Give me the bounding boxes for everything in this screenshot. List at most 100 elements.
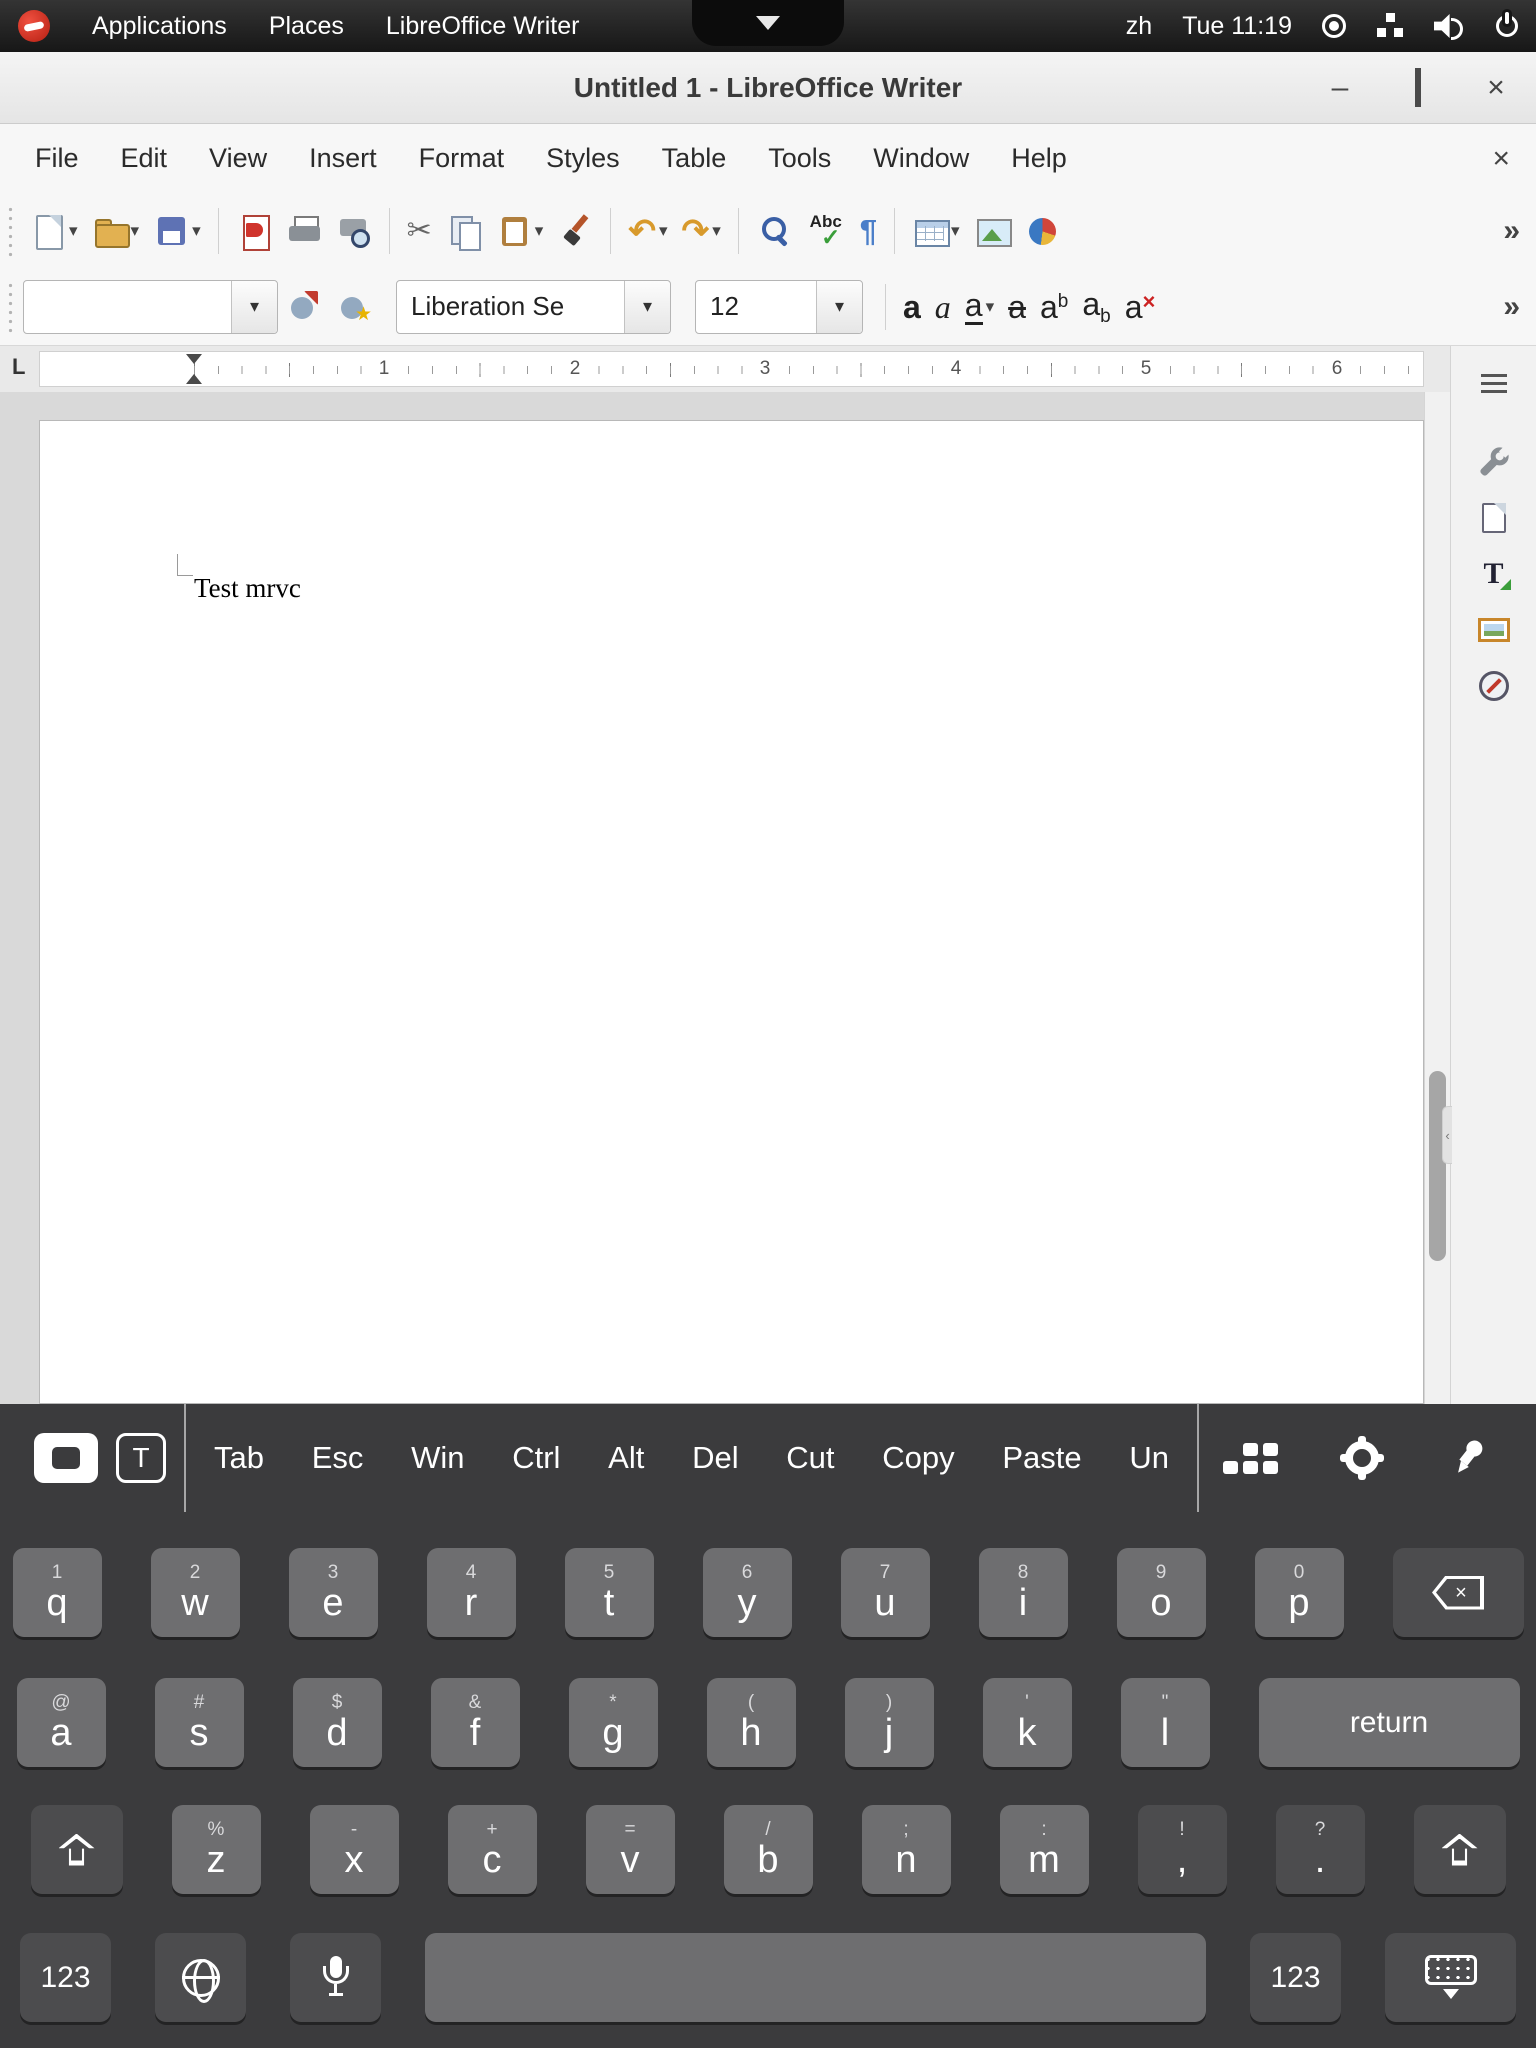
key-r[interactable]: 4r — [427, 1548, 516, 1637]
key-numbers-right[interactable]: 123 — [1250, 1933, 1341, 2022]
menu-format[interactable]: Format — [398, 143, 526, 174]
menu-tools[interactable]: Tools — [747, 143, 852, 174]
menu-styles[interactable]: Styles — [525, 143, 641, 174]
scrollbar-thumb[interactable] — [1429, 1071, 1446, 1261]
dropdown-arrow-icon[interactable]: ▾ — [816, 281, 862, 333]
new-document-button[interactable]: ▾ — [23, 202, 85, 260]
menu-table[interactable]: Table — [641, 143, 748, 174]
font-name-combobox[interactable]: Liberation Se ▾ — [396, 280, 671, 334]
key-period[interactable]: ?. — [1276, 1805, 1365, 1894]
underline-button[interactable]: a▾ — [958, 278, 1001, 336]
pin-keyboard-icon[interactable] — [1437, 1428, 1497, 1489]
font-size-combobox[interactable]: 12 ▾ — [695, 280, 863, 334]
power-icon[interactable] — [1494, 13, 1520, 39]
print-preview-button[interactable] — [329, 202, 379, 260]
key-e[interactable]: 3e — [289, 1548, 378, 1637]
key-backspace[interactable]: × — [1393, 1548, 1524, 1637]
shortcut-key-tab[interactable]: Tab — [214, 1440, 264, 1476]
key-w[interactable]: 2w — [151, 1548, 240, 1637]
shortcut-key-alt[interactable]: Alt — [608, 1440, 644, 1476]
undo-button[interactable]: ↶▾ — [621, 202, 674, 260]
keyboard-settings-gear-icon[interactable] — [1340, 1436, 1384, 1480]
network-icon[interactable] — [1376, 13, 1404, 39]
key-u[interactable]: 7u — [841, 1548, 930, 1637]
key-space[interactable] — [425, 1933, 1206, 2022]
document-page[interactable]: Test mrvc — [39, 420, 1424, 1404]
key-m[interactable]: :m — [1000, 1805, 1089, 1894]
menu-insert[interactable]: Insert — [288, 143, 398, 174]
sidebar-navigator-button[interactable] — [1466, 658, 1522, 714]
dropdown-arrow-icon[interactable]: ▾ — [624, 281, 670, 333]
save-button[interactable]: ▾ — [146, 202, 208, 260]
remote-session-handle[interactable] — [692, 0, 844, 46]
spell-check-button[interactable]: Abc ✓ — [799, 202, 853, 260]
places-menu[interactable]: Places — [269, 12, 344, 41]
key-shift-right[interactable] — [1414, 1805, 1506, 1894]
shortcut-key-del[interactable]: Del — [692, 1440, 739, 1476]
print-button[interactable] — [279, 202, 329, 260]
key-dismiss-keyboard[interactable] — [1385, 1933, 1516, 2022]
key-globe[interactable] — [155, 1933, 246, 2022]
toolbar-overflow-button[interactable]: » — [1503, 290, 1520, 324]
shortcut-key-esc[interactable]: Esc — [312, 1440, 364, 1476]
key-p[interactable]: 0p — [1255, 1548, 1344, 1637]
key-shift-left[interactable] — [31, 1805, 123, 1894]
menu-file[interactable]: File — [14, 143, 100, 174]
key-b[interactable]: /b — [724, 1805, 813, 1894]
key-f[interactable]: &f — [431, 1678, 520, 1767]
sidebar-styles-button[interactable]: T — [1466, 546, 1522, 602]
key-d[interactable]: $d — [293, 1678, 382, 1767]
keyboard-mode-toggle[interactable] — [34, 1433, 98, 1483]
clone-formatting-button[interactable] — [550, 202, 600, 260]
redo-button[interactable]: ↷▾ — [675, 202, 728, 260]
key-n[interactable]: ;n — [862, 1805, 951, 1894]
key-q[interactable]: 1q — [13, 1548, 102, 1637]
close-document-button[interactable]: × — [1492, 142, 1510, 176]
key-mic[interactable] — [290, 1933, 381, 2022]
key-a[interactable]: @a — [17, 1678, 106, 1767]
bold-button[interactable]: a — [896, 278, 928, 336]
clear-formatting-button[interactable]: a× — [1118, 278, 1163, 336]
tab-stop-selector[interactable]: L — [12, 354, 25, 380]
key-i[interactable]: 8i — [979, 1548, 1068, 1637]
volume-icon[interactable] — [1434, 13, 1464, 39]
key-o[interactable]: 9o — [1117, 1548, 1206, 1637]
minimize-button[interactable]: – — [1322, 73, 1358, 103]
paste-button[interactable]: ▾ — [489, 202, 551, 260]
superscript-button[interactable]: ab — [1033, 278, 1075, 336]
toolbar-drag-handle[interactable] — [6, 281, 15, 333]
strikethrough-button[interactable]: a — [1001, 278, 1033, 336]
menu-view[interactable]: View — [188, 143, 288, 174]
export-pdf-button[interactable] — [229, 202, 279, 260]
indent-marker[interactable] — [184, 352, 204, 386]
key-s[interactable]: #s — [155, 1678, 244, 1767]
new-style-button[interactable]: ★ — [328, 278, 378, 336]
key-y[interactable]: 6y — [703, 1548, 792, 1637]
key-comma[interactable]: !, — [1138, 1805, 1227, 1894]
key-t[interactable]: 5t — [565, 1548, 654, 1637]
key-l[interactable]: "l — [1121, 1678, 1210, 1767]
window-titlebar[interactable]: Untitled 1 - LibreOffice Writer – × — [0, 52, 1536, 124]
shortcut-key-paste[interactable]: Paste — [1002, 1440, 1081, 1476]
sidebar-properties-button[interactable] — [1466, 434, 1522, 490]
text-mode-key[interactable]: T — [116, 1433, 166, 1483]
key-c[interactable]: +c — [448, 1805, 537, 1894]
close-button[interactable]: × — [1478, 73, 1514, 103]
shortcut-key-undo[interactable]: Un — [1129, 1440, 1169, 1476]
key-g[interactable]: *g — [569, 1678, 658, 1767]
toolbar-drag-handle[interactable] — [6, 205, 15, 257]
sidebar-settings-button[interactable] — [1466, 356, 1522, 412]
screen-record-icon[interactable] — [1322, 14, 1346, 38]
key-return[interactable]: return — [1259, 1678, 1520, 1767]
key-numbers-left[interactable]: 123 — [20, 1933, 111, 2022]
open-button[interactable]: ▾ — [85, 202, 147, 260]
italic-button[interactable]: a — [928, 278, 958, 336]
menu-edit[interactable]: Edit — [100, 143, 189, 174]
vertical-scrollbar[interactable] — [1424, 392, 1450, 1404]
shortcut-key-win[interactable]: Win — [411, 1440, 464, 1476]
cut-button[interactable]: ✂ — [400, 202, 439, 260]
input-method-indicator[interactable]: zh — [1126, 12, 1152, 41]
insert-chart-button[interactable] — [1017, 202, 1067, 260]
key-k[interactable]: 'k — [983, 1678, 1072, 1767]
key-v[interactable]: =v — [586, 1805, 675, 1894]
